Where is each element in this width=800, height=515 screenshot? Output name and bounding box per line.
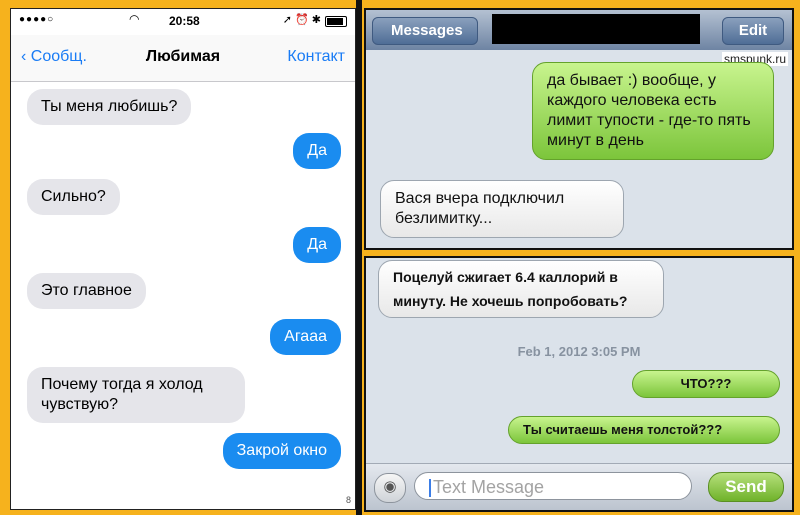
send-button[interactable]: Send	[708, 472, 784, 502]
message-bubble: Поцелуй сжигает 6.4 каллорий в минуту. Н…	[378, 260, 664, 318]
status-bar: ●●●●○ ◠ 20:58 ➚ ⏰ ✱	[11, 9, 355, 33]
right-top-chat-screenshot: Messages Edit smspunk.ru да бывает :) во…	[364, 8, 794, 250]
left-chat-screenshot: ●●●●○ ◠ 20:58 ➚ ⏰ ✱ ‹ Сообщ. Любимая Кон…	[10, 8, 356, 510]
battery-icon	[325, 16, 347, 27]
message-bubble: Да	[293, 133, 341, 169]
message-bubble: Почему тогда я холод чувствую?	[27, 367, 245, 423]
status-icons: ➚ ⏰ ✱	[282, 14, 321, 26]
right-bottom-chat-screenshot: Поцелуй сжигает 6.4 каллорий в минуту. Н…	[364, 256, 794, 512]
message-bubble: Ты считаешь меня толстой???	[508, 416, 780, 444]
message-bubble: Вася вчера подключил безлимитку...	[380, 180, 624, 238]
message-timestamp: Feb 1, 2012 3:05 PM	[517, 344, 641, 359]
message-bubble: да бывает :) вообще, у каждого человека …	[532, 62, 774, 160]
message-bubble: ЧТО???	[632, 370, 780, 398]
contact-button[interactable]: Контакт	[287, 48, 345, 66]
message-input[interactable]: Text Message	[414, 472, 692, 500]
panel-divider	[356, 0, 362, 515]
message-bubble: Это главное	[27, 273, 146, 309]
wifi-icon: ◠	[129, 12, 140, 26]
message-bubble: Закрой окно	[222, 433, 341, 469]
message-bubble: Да	[293, 227, 341, 263]
message-bubble: Агааа	[270, 319, 341, 355]
nav-bar: Messages Edit	[366, 10, 792, 50]
message-input-bar: ◉ Text Message Send	[366, 463, 792, 510]
signal-icon: ●●●●○	[19, 14, 55, 25]
input-placeholder: Text Message	[433, 477, 545, 497]
message-bubble: Сильно?	[27, 179, 120, 215]
message-bubble: Ты меня любишь?	[27, 89, 192, 125]
text-caret	[429, 479, 431, 498]
status-time: 20:58	[169, 14, 200, 28]
scroll-indicator: 8	[345, 495, 351, 505]
camera-icon[interactable]: ◉	[374, 473, 406, 503]
redacted-contact-name	[492, 14, 700, 44]
nav-bar: ‹ Сообщ. Любимая Контакт	[11, 35, 355, 82]
messages-back-button[interactable]: Messages	[372, 17, 478, 45]
edit-button[interactable]: Edit	[722, 17, 784, 45]
